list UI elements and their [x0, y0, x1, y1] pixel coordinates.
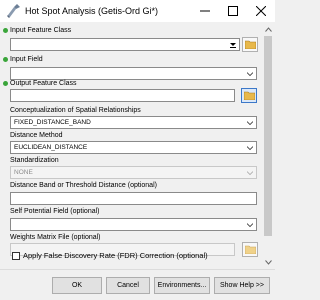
- weights-matrix-file-label: Weights Matrix File (optional): [10, 234, 101, 241]
- standardization-dropdown[interactable]: NONE: [10, 166, 257, 179]
- folder-icon: [243, 91, 255, 100]
- self-potential-field-label: Self Potential Field (optional): [10, 208, 100, 215]
- chevron-up-icon: [264, 26, 272, 32]
- fdr-checkbox-label: Apply False Discovery Rate (FDR) Correct…: [23, 251, 208, 260]
- fdr-checkbox[interactable]: [12, 252, 20, 260]
- environments-button[interactable]: Environments...: [154, 277, 210, 294]
- input-feature-class-field[interactable]: [10, 38, 240, 51]
- output-feature-class-field[interactable]: [10, 89, 235, 102]
- distance-method-label: Distance Method: [10, 132, 63, 139]
- distance-method-dropdown[interactable]: EUCLIDEAN_DISTANCE: [10, 141, 257, 154]
- parameters-panel: Input Feature Class Input Field Output F…: [0, 22, 261, 269]
- show-help-button[interactable]: Show Help >>: [214, 277, 270, 294]
- conceptualization-dropdown[interactable]: FIXED_DISTANCE_BAND: [10, 116, 257, 129]
- close-button[interactable]: [243, 0, 279, 22]
- distance-band-label: Distance Band or Threshold Distance (opt…: [10, 182, 157, 189]
- standardization-label: Standardization: [10, 157, 59, 164]
- dialog-footer: OK Cancel Environments... Show Help >>: [0, 269, 275, 300]
- window-title: Hot Spot Analysis (Getis-Ord Gi*): [25, 6, 159, 16]
- self-potential-field-dropdown[interactable]: [10, 218, 257, 231]
- app-icon: [5, 3, 21, 19]
- browse-weights-matrix-button[interactable]: [242, 242, 258, 257]
- chevron-down-icon: [264, 259, 272, 265]
- chevron-down-icon: [247, 121, 253, 126]
- browse-output-feature-class-button[interactable]: [241, 88, 257, 103]
- browse-input-feature-class-button[interactable]: [242, 37, 258, 52]
- output-feature-class-label: Output Feature Class: [10, 80, 77, 87]
- distance-band-input[interactable]: [10, 192, 257, 205]
- conceptualization-label: Conceptualization of Spatial Relationshi…: [10, 107, 141, 114]
- input-field-label: Input Field: [10, 56, 43, 63]
- ok-button[interactable]: OK: [52, 277, 102, 294]
- chevron-down-icon: [247, 223, 253, 228]
- scroll-up-button[interactable]: [261, 22, 275, 36]
- chevron-down-icon: [247, 171, 253, 176]
- input-feature-class-label: Input Feature Class: [10, 27, 72, 34]
- scroll-thumb[interactable]: [264, 36, 272, 236]
- folder-icon: [244, 245, 256, 254]
- folder-icon: [244, 40, 256, 49]
- maximize-icon: [228, 6, 238, 16]
- chevron-down-icon: [247, 146, 253, 151]
- required-indicator-icon: [3, 81, 8, 86]
- required-indicator-icon: [3, 28, 8, 33]
- close-icon: [256, 6, 266, 16]
- chevron-down-icon: [247, 72, 253, 77]
- required-indicator-icon: [3, 57, 8, 62]
- cancel-button[interactable]: Cancel: [106, 277, 150, 294]
- title-bar: Hot Spot Analysis (Getis-Ord Gi*): [0, 0, 275, 22]
- scroll-down-button[interactable]: [261, 255, 275, 269]
- chevron-down-icon: [230, 43, 236, 48]
- input-field-dropdown[interactable]: [10, 67, 257, 80]
- vertical-scrollbar[interactable]: [261, 22, 275, 269]
- minimize-icon: [200, 10, 210, 12]
